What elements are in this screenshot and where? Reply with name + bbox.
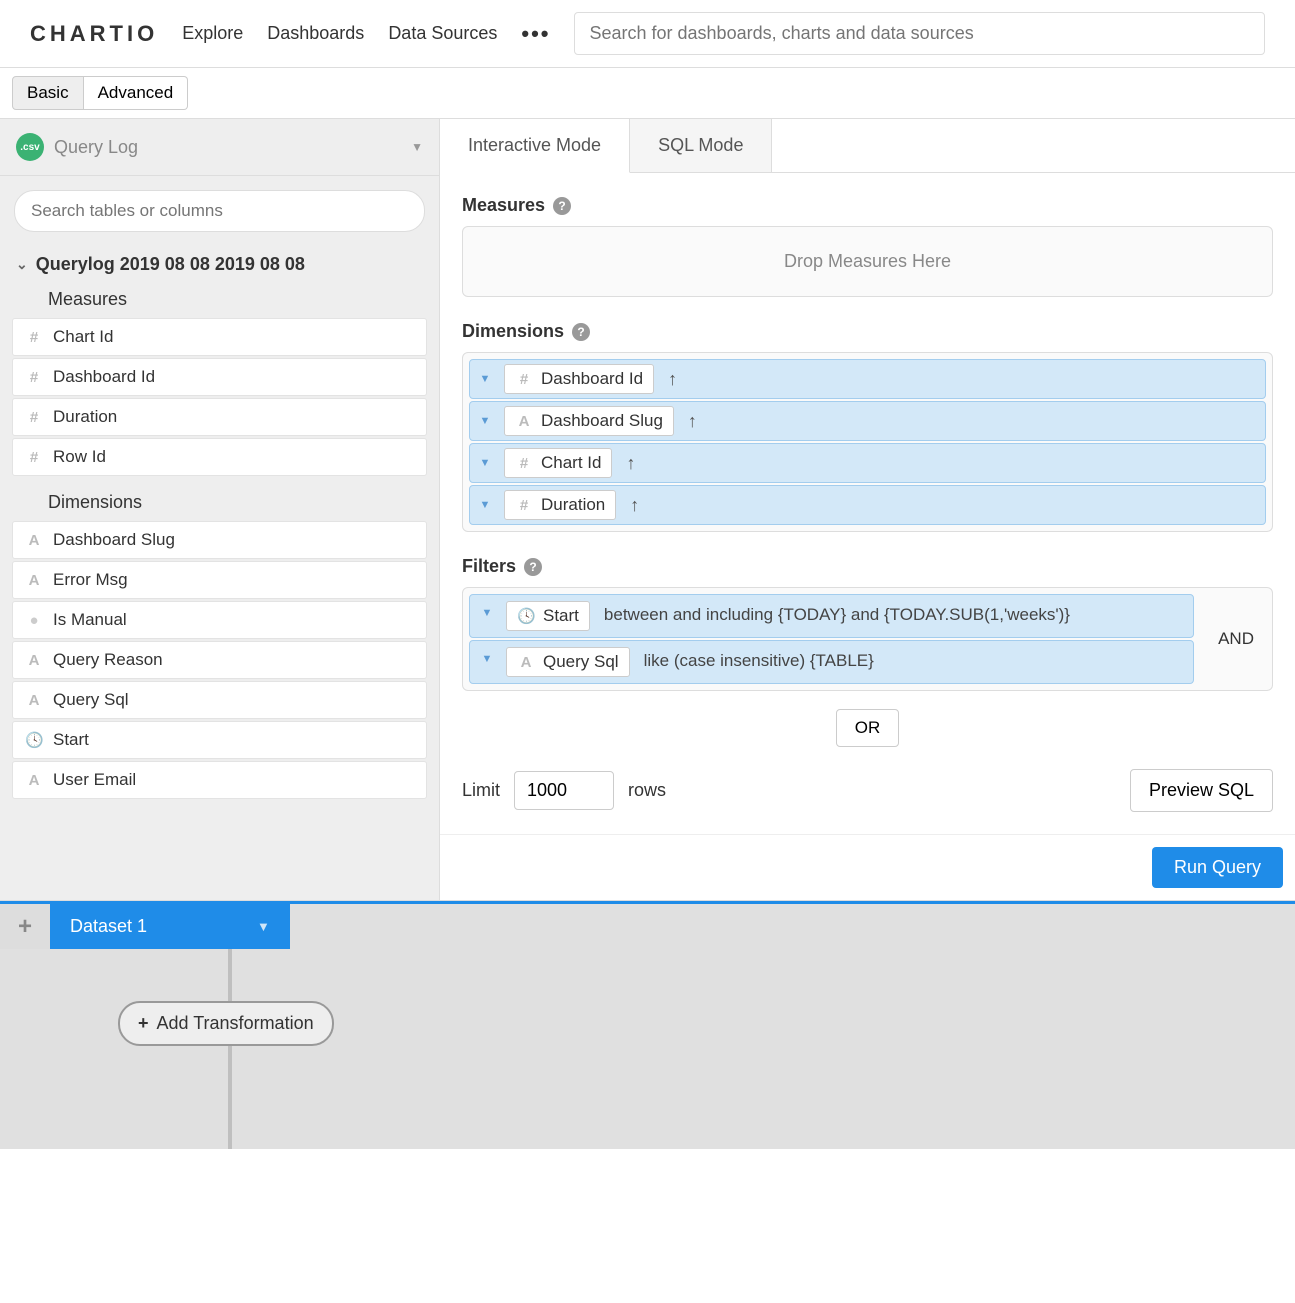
- text-icon: A: [25, 572, 43, 589]
- number-icon: #: [25, 409, 43, 426]
- tab-interactive-mode[interactable]: Interactive Mode: [440, 119, 630, 173]
- dimensions-dropzone[interactable]: ▼#Dashboard Id↑ ▼ADashboard Slug↑ ▼#Char…: [462, 352, 1273, 532]
- filter-condition: like (case insensitive) {TABLE}: [638, 647, 880, 675]
- dimension-pill-dashboard-slug[interactable]: ▼ADashboard Slug↑: [469, 401, 1266, 441]
- field-error-msg[interactable]: AError Msg: [12, 561, 427, 599]
- field-query-reason[interactable]: AQuery Reason: [12, 641, 427, 679]
- pipeline-connector: [228, 949, 232, 1149]
- run-query-button[interactable]: Run Query: [1152, 847, 1283, 888]
- caret-down-icon: ▼: [411, 140, 423, 154]
- text-icon: A: [515, 413, 533, 430]
- filters-label: Filters: [462, 556, 516, 577]
- logo: CHARTIO: [30, 21, 158, 47]
- caret-down-icon[interactable]: ▼: [257, 919, 270, 934]
- pill-menu-icon[interactable]: ▼: [474, 499, 496, 511]
- basic-mode-button[interactable]: Basic: [12, 76, 84, 110]
- dataset-tab[interactable]: Dataset 1 ▼: [50, 904, 290, 949]
- preview-sql-button[interactable]: Preview SQL: [1130, 769, 1273, 812]
- field-row-id[interactable]: #Row Id: [12, 438, 427, 476]
- measures-dropzone[interactable]: Drop Measures Here: [462, 226, 1273, 297]
- help-icon[interactable]: ?: [524, 558, 542, 576]
- search-tables-input[interactable]: [14, 190, 425, 232]
- dimension-pill-duration[interactable]: ▼#Duration↑: [469, 485, 1266, 525]
- clock-icon: 🕓: [25, 731, 43, 749]
- text-icon: A: [25, 532, 43, 549]
- field-user-email[interactable]: AUser Email: [12, 761, 427, 799]
- pill-menu-icon[interactable]: ▼: [474, 415, 496, 427]
- plus-icon: +: [18, 913, 32, 941]
- clock-icon: 🕓: [517, 607, 535, 625]
- limit-input[interactable]: [514, 771, 614, 810]
- advanced-mode-button[interactable]: Advanced: [84, 76, 189, 110]
- field-is-manual[interactable]: ●Is Manual: [12, 601, 427, 639]
- datasource-selector[interactable]: .csv Query Log ▼: [0, 119, 439, 176]
- filter-pill-start[interactable]: ▼ 🕓Start between and including {TODAY} a…: [469, 594, 1194, 638]
- dimensions-section-label: Dimensions: [12, 486, 427, 519]
- field-dashboard-slug[interactable]: ADashboard Slug: [12, 521, 427, 559]
- rows-label: rows: [628, 780, 666, 801]
- more-menu-icon[interactable]: •••: [521, 21, 550, 47]
- add-transformation-button[interactable]: + Add Transformation: [118, 1001, 334, 1046]
- filters-dropzone[interactable]: ▼ 🕓Start between and including {TODAY} a…: [462, 587, 1273, 691]
- limit-label: Limit: [462, 780, 500, 801]
- number-icon: #: [515, 497, 533, 514]
- datasource-name: Query Log: [54, 137, 401, 158]
- boolean-icon: ●: [25, 612, 43, 629]
- text-icon: A: [25, 652, 43, 669]
- add-dataset-button[interactable]: +: [0, 904, 50, 949]
- pill-menu-icon[interactable]: ▼: [474, 457, 496, 469]
- sort-asc-icon[interactable]: ↑: [620, 453, 641, 474]
- csv-badge-icon: .csv: [16, 133, 44, 161]
- nav-dashboards[interactable]: Dashboards: [267, 23, 364, 44]
- nav-explore[interactable]: Explore: [182, 23, 243, 44]
- number-icon: #: [25, 449, 43, 466]
- number-icon: #: [25, 329, 43, 346]
- dimension-pill-chart-id[interactable]: ▼#Chart Id↑: [469, 443, 1266, 483]
- text-icon: A: [25, 692, 43, 709]
- pill-menu-icon[interactable]: ▼: [476, 607, 498, 619]
- field-dashboard-id[interactable]: #Dashboard Id: [12, 358, 427, 396]
- add-or-filter-button[interactable]: OR: [836, 709, 900, 747]
- pill-menu-icon[interactable]: ▼: [474, 373, 496, 385]
- table-name: Querylog 2019 08 08 2019 08 08: [36, 254, 305, 275]
- number-icon: #: [515, 455, 533, 472]
- dimension-pill-dashboard-id[interactable]: ▼#Dashboard Id↑: [469, 359, 1266, 399]
- help-icon[interactable]: ?: [553, 197, 571, 215]
- sort-asc-icon[interactable]: ↑: [682, 411, 703, 432]
- filter-pill-query-sql[interactable]: ▼ AQuery Sql like (case insensitive) {TA…: [469, 640, 1194, 684]
- sort-asc-icon[interactable]: ↑: [624, 495, 645, 516]
- field-query-sql[interactable]: AQuery Sql: [12, 681, 427, 719]
- number-icon: #: [25, 369, 43, 386]
- table-header[interactable]: ⌄ Querylog 2019 08 08 2019 08 08: [12, 246, 427, 283]
- tab-sql-mode[interactable]: SQL Mode: [630, 119, 772, 172]
- filter-and-label: AND: [1200, 629, 1272, 649]
- plus-icon: +: [138, 1013, 149, 1034]
- pill-menu-icon[interactable]: ▼: [476, 653, 498, 665]
- dimensions-label: Dimensions: [462, 321, 564, 342]
- dataset-tab-label: Dataset 1: [70, 916, 147, 937]
- help-icon[interactable]: ?: [572, 323, 590, 341]
- chevron-down-icon: ⌄: [16, 256, 28, 273]
- filter-condition: between and including {TODAY} and {TODAY…: [598, 601, 1076, 629]
- measures-label: Measures: [462, 195, 545, 216]
- field-chart-id[interactable]: #Chart Id: [12, 318, 427, 356]
- text-icon: A: [25, 772, 43, 789]
- field-start[interactable]: 🕓Start: [12, 721, 427, 759]
- nav-data-sources[interactable]: Data Sources: [388, 23, 497, 44]
- text-icon: A: [517, 654, 535, 671]
- sort-asc-icon[interactable]: ↑: [662, 369, 683, 390]
- field-duration[interactable]: #Duration: [12, 398, 427, 436]
- global-search-input[interactable]: [574, 12, 1265, 55]
- number-icon: #: [515, 371, 533, 388]
- measures-section-label: Measures: [12, 283, 427, 316]
